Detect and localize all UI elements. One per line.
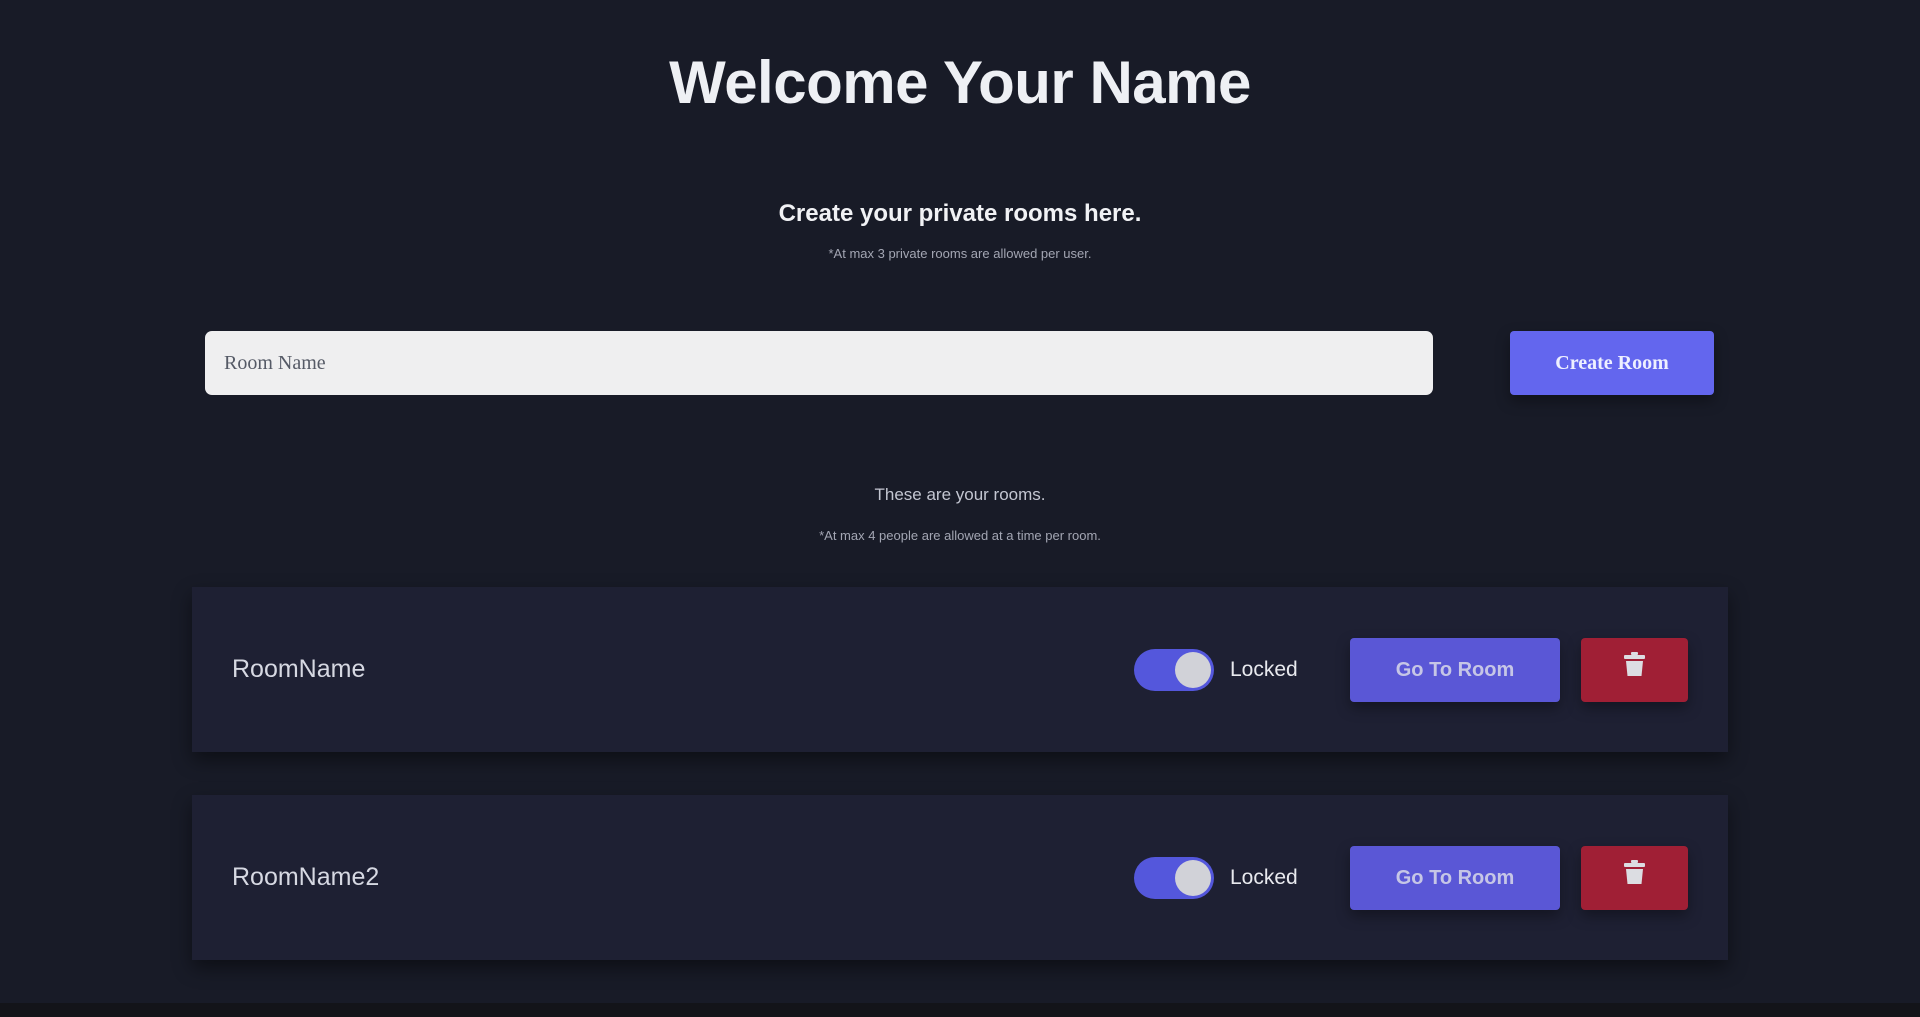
max-people-note: *At max 4 people are allowed at a time p… [819, 528, 1101, 543]
go-to-room-button[interactable]: Go To Room [1350, 638, 1560, 702]
delete-room-button[interactable] [1581, 846, 1688, 910]
room-name-input[interactable] [205, 331, 1433, 395]
lock-toggle[interactable] [1134, 649, 1214, 691]
room-card: RoomName Locked Go To Room [192, 587, 1728, 752]
room-name: RoomName2 [232, 863, 380, 891]
lock-toggle[interactable] [1134, 857, 1214, 899]
go-to-room-button[interactable]: Go To Room [1350, 846, 1560, 910]
create-room-button[interactable]: Create Room [1510, 331, 1714, 395]
bottom-strip [0, 1003, 1920, 1017]
lock-status-label: Locked [1230, 866, 1298, 889]
rooms-heading: These are your rooms. [874, 485, 1046, 504]
room-name: RoomName [232, 655, 366, 683]
page-title: Welcome Your Name [669, 49, 1251, 116]
toggle-knob [1175, 860, 1211, 896]
max-rooms-note: *At max 3 private rooms are allowed per … [828, 246, 1092, 261]
toggle-knob [1175, 652, 1211, 688]
create-rooms-heading: Create your private rooms here. [778, 200, 1142, 227]
trash-icon [1624, 652, 1645, 676]
lock-status-label: Locked [1230, 658, 1298, 681]
delete-room-button[interactable] [1581, 638, 1688, 702]
room-card: RoomName2 Locked Go To Room [192, 795, 1728, 960]
page: Welcome Your Name Create your private ro… [0, 0, 1920, 1017]
trash-icon [1624, 860, 1645, 884]
